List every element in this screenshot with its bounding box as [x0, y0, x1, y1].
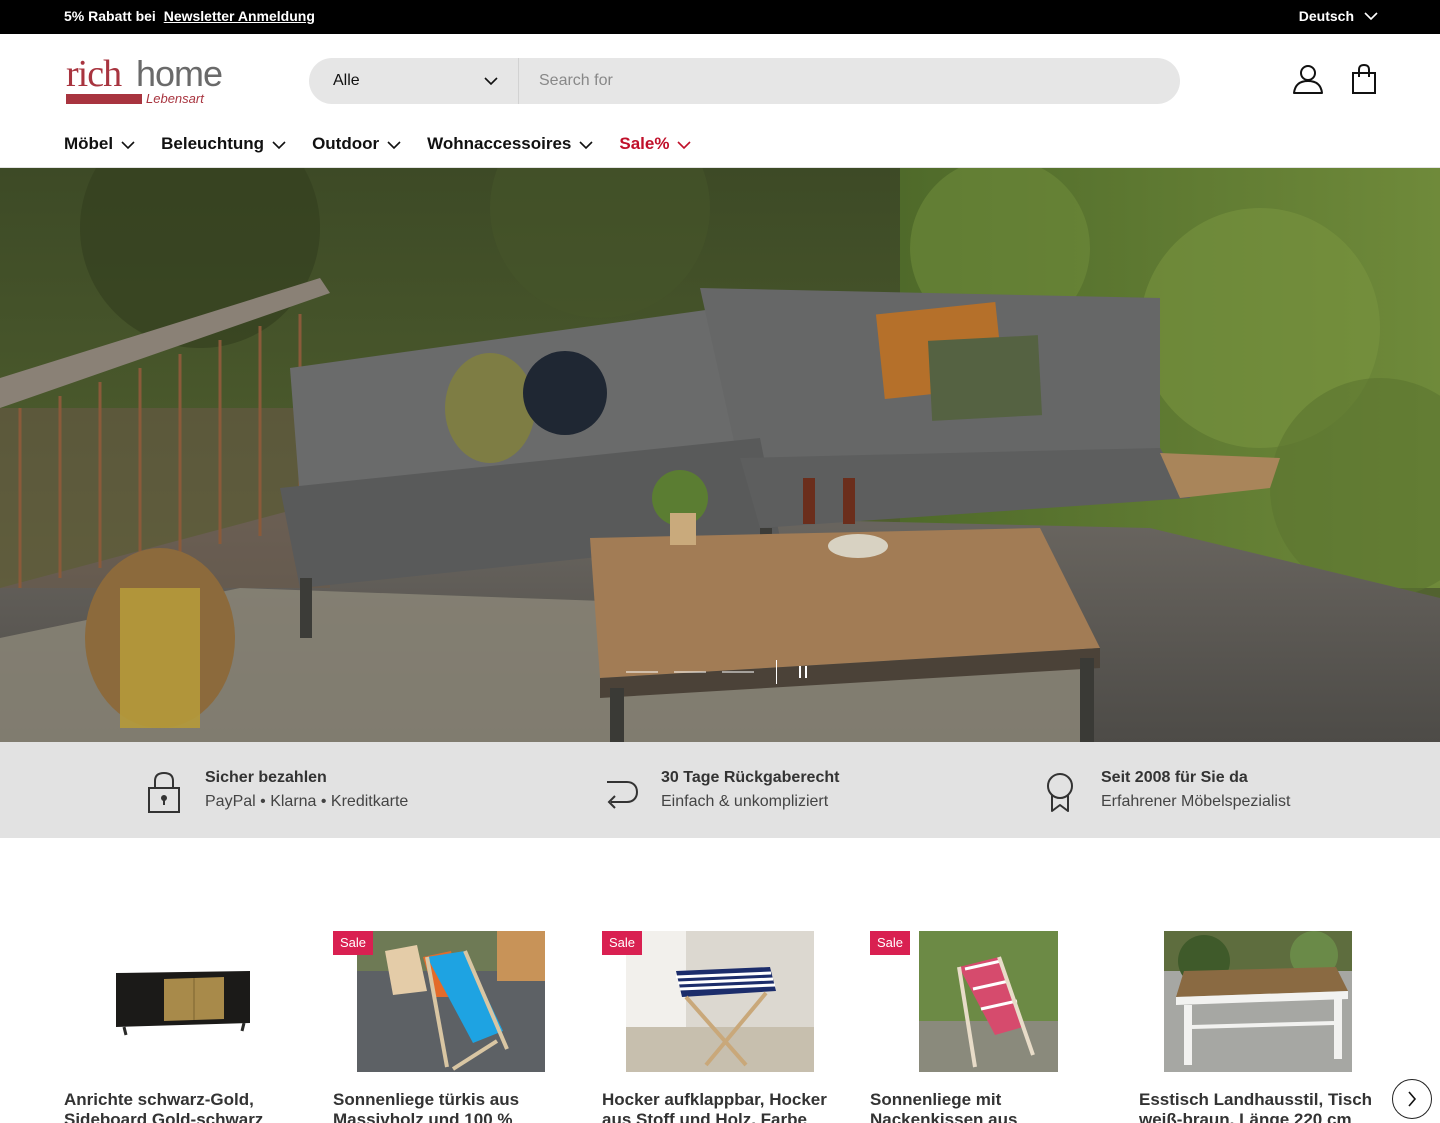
slider-controls: [626, 660, 813, 684]
product-card[interactable]: Sale Sonnenliege türkis aus Massivholz u…: [333, 931, 573, 1123]
chevron-down-icon: [121, 140, 135, 149]
announcement-bar: 5% Rabatt bei Newsletter Anmeldung Deuts…: [0, 0, 1440, 34]
nav-item-sale[interactable]: Sale%: [619, 134, 692, 154]
nav-item-moebel[interactable]: Möbel: [64, 134, 135, 154]
chevron-down-icon: [484, 76, 498, 85]
nav-item-wohnaccessoires[interactable]: Wohnaccessoires: [427, 134, 593, 154]
nav-item-label: Wohnaccessoires: [427, 134, 572, 153]
product-title[interactable]: Hocker aufklappbar, Hocker aus Stoff und…: [602, 1090, 837, 1123]
deck-chair-pink-image: [919, 931, 1058, 1072]
language-selector[interactable]: Deutsch: [1299, 8, 1378, 24]
logo-text-rich: rich: [66, 53, 122, 95]
slider-dot[interactable]: [674, 671, 706, 673]
chevron-right-icon: [1408, 1091, 1417, 1107]
product-image[interactable]: Sale: [870, 931, 1110, 1072]
folding-stool-image: [626, 931, 814, 1072]
slider-dot[interactable]: [722, 671, 754, 673]
carousel-next-button[interactable]: [1392, 1079, 1432, 1119]
product-image[interactable]: Sale: [333, 931, 573, 1072]
product-card[interactable]: Sale Hocker aufklappbar, Hocker aus Stof…: [602, 931, 842, 1123]
logo-text-lebensart: Lebensart: [146, 91, 204, 106]
logo-bar: [66, 94, 142, 104]
chevron-down-icon: [387, 140, 401, 149]
sale-badge: Sale: [602, 931, 643, 955]
promo-message: 5% Rabatt bei Newsletter Anmeldung: [64, 8, 315, 24]
chevron-down-icon: [579, 140, 593, 149]
store-logo[interactable]: rich home Lebensart: [64, 53, 223, 110]
product-image[interactable]: [64, 931, 304, 1072]
product-card[interactable]: Sale Sonnenliege mit Nackenkissen aus Ma…: [870, 931, 1110, 1123]
nav-item-label: Outdoor: [312, 134, 380, 153]
user-icon: [1293, 65, 1323, 94]
product-card[interactable]: Anrichte schwarz-Gold, Sideboard Gold-sc…: [64, 931, 304, 1123]
chevron-down-icon: [677, 140, 692, 149]
product-title[interactable]: Sonnenliege mit Nackenkissen aus Massivh…: [870, 1090, 1105, 1123]
hero-image: [0, 168, 1440, 742]
search-input[interactable]: [519, 58, 1180, 104]
nav-item-label: Beleuchtung: [161, 134, 265, 153]
usp-item-returns: 30 Tage Rückgaberecht Einfach & unkompli…: [601, 766, 839, 814]
award-icon: [1047, 773, 1073, 812]
product-title[interactable]: Esstisch Landhausstil, Tisch weiß-braun,…: [1139, 1090, 1374, 1123]
pause-icon: [799, 666, 801, 678]
slider-dot-active[interactable]: [776, 660, 777, 684]
usp-title: Sicher bezahlen: [205, 769, 327, 786]
shopping-bag-icon: [1352, 63, 1376, 94]
search-bar: Alle: [309, 58, 1180, 104]
search-category-select[interactable]: Alle: [309, 58, 519, 104]
chevron-down-icon: [272, 140, 286, 149]
slider-dot[interactable]: [626, 671, 658, 673]
product-card[interactable]: Esstisch Landhausstil, Tisch weiß-braun,…: [1139, 931, 1379, 1123]
promo-text: 5% Rabatt bei: [64, 8, 156, 24]
usp-item-experience: Seit 2008 für Sie da Erfahrener Möbelspe…: [1041, 766, 1290, 814]
return-arrow-icon: [607, 781, 639, 809]
sale-badge: Sale: [870, 931, 911, 955]
usp-title: 30 Tage Rückgaberecht: [661, 769, 840, 786]
main-navigation: Möbel Beleuchtung Outdoor Wohnaccessoire…: [64, 134, 692, 154]
usp-item-payment: Sicher bezahlen PayPal • Klarna • Kredit…: [145, 766, 408, 814]
product-image[interactable]: [1139, 931, 1379, 1072]
pause-icon: [805, 666, 807, 678]
product-carousel: Anrichte schwarz-Gold, Sideboard Gold-sc…: [64, 931, 1440, 1123]
usp-bar: Sicher bezahlen PayPal • Klarna • Kredit…: [0, 742, 1440, 838]
usp-subtitle: Einfach & unkompliziert: [661, 793, 829, 810]
logo-text-home: home: [136, 53, 223, 94]
cart-button[interactable]: [1347, 62, 1381, 96]
search-category-value: Alle: [333, 72, 360, 89]
nav-item-outdoor[interactable]: Outdoor: [312, 134, 401, 154]
sideboard-image: [64, 931, 304, 1072]
nav-item-label: Möbel: [64, 134, 114, 153]
usp-subtitle: PayPal • Klarna • Kreditkarte: [205, 793, 409, 810]
language-label: Deutsch: [1298, 8, 1354, 24]
hero-slideshow: [0, 168, 1440, 742]
dining-table-image: [1164, 931, 1352, 1072]
usp-subtitle: Erfahrener Möbelspezialist: [1101, 793, 1291, 810]
product-title[interactable]: Anrichte schwarz-Gold, Sideboard Gold-sc…: [64, 1090, 299, 1123]
nav-item-label: Sale%: [619, 134, 670, 153]
product-image[interactable]: Sale: [602, 931, 842, 1072]
usp-title: Seit 2008 für Sie da: [1101, 769, 1248, 786]
account-button[interactable]: [1291, 62, 1325, 96]
nav-item-beleuchtung[interactable]: Beleuchtung: [161, 134, 286, 154]
product-title[interactable]: Sonnenliege türkis aus Massivholz und 10…: [333, 1090, 568, 1123]
chevron-down-icon: [1364, 11, 1378, 20]
deck-chair-turquoise-image: [357, 931, 545, 1072]
newsletter-link[interactable]: Newsletter Anmeldung: [164, 8, 315, 24]
pause-button[interactable]: [793, 662, 813, 682]
sale-badge: Sale: [333, 931, 374, 955]
lock-icon: [148, 771, 180, 813]
